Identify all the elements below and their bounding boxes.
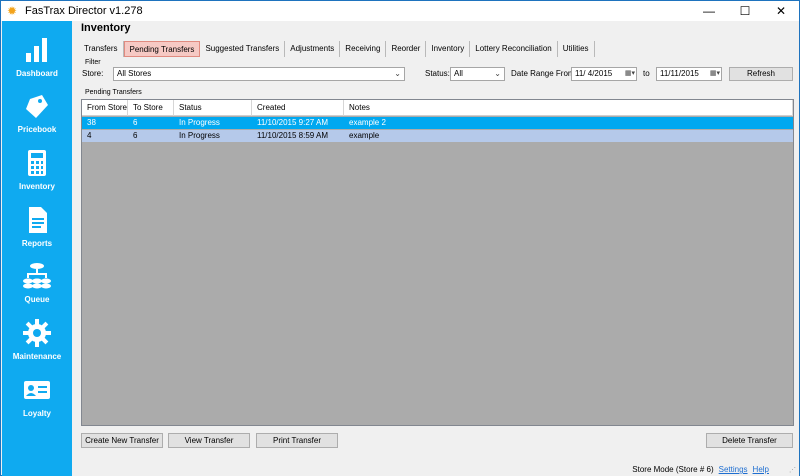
bar-chart-icon <box>26 38 47 62</box>
window-controls: — ☐ ✕ <box>691 1 799 21</box>
resize-grip-icon[interactable]: ⋰ <box>789 466 796 474</box>
calculator-icon <box>28 150 46 176</box>
store-select-value: All Stores <box>117 69 152 78</box>
sidebar-item-label: Dashboard <box>16 69 58 78</box>
sidebar-item-queue[interactable]: Queue <box>2 261 72 317</box>
column-header-created[interactable]: Created <box>252 100 344 116</box>
cell-status: In Progress <box>179 131 220 140</box>
filter-group-label: Filter <box>85 59 101 66</box>
sidebar-item-dashboard[interactable]: Dashboard <box>2 35 72 91</box>
cell-notes: example <box>349 131 380 140</box>
price-tag-icon <box>26 95 48 118</box>
tab-receiving[interactable]: Receiving <box>340 41 387 57</box>
document-icon <box>29 207 47 233</box>
delete-transfer-button[interactable]: Delete Transfer <box>706 433 793 448</box>
tab-pending-transfers[interactable]: Pending Transfers <box>123 41 201 57</box>
cell-to-store: 6 <box>133 118 138 127</box>
date-to-picker[interactable]: 11/11/2015 ▦▾ <box>656 67 722 81</box>
date-to-value: 11/11/2015 <box>660 69 699 78</box>
table-row[interactable]: 4 6 In Progress 11/10/2015 8:59 AM examp… <box>82 130 793 142</box>
cell-status: In Progress <box>179 118 220 127</box>
to-label: to <box>643 69 650 78</box>
sidebar-item-label: Loyalty <box>22 409 51 418</box>
id-card-icon <box>24 381 50 399</box>
queue-icon <box>23 263 51 289</box>
sidebar-item-inventory[interactable]: Inventory <box>2 148 72 204</box>
sidebar-item-label: Pricebook <box>17 125 57 134</box>
help-link[interactable]: Help <box>753 465 769 474</box>
chevron-down-icon: ⌄ <box>494 69 501 78</box>
sidebar-item-maintenance[interactable]: Maintenance <box>2 318 72 374</box>
app-logo-icon: ✹ <box>7 4 18 18</box>
page-title: Inventory <box>81 22 131 34</box>
cell-from-store: 4 <box>87 131 92 140</box>
status-label: Status: <box>425 69 450 78</box>
sidebar-item-label: Maintenance <box>12 352 62 361</box>
cell-created: 11/10/2015 8:59 AM <box>257 131 329 140</box>
tab-inventory[interactable]: Inventory <box>426 41 471 57</box>
store-label: Store: <box>82 69 104 78</box>
store-mode-text: Store Mode (Store # 6) <box>632 465 714 474</box>
status-bar-text: Store Mode (Store # 6) Settings Help <box>632 465 769 474</box>
maximize-button[interactable]: ☐ <box>727 1 763 21</box>
status-select[interactable]: All ⌄ <box>450 67 505 81</box>
window-title: FasTrax Director v1.278 <box>25 5 143 17</box>
sidebar: Dashboard Pricebook Inventory Reports Qu… <box>2 21 72 476</box>
tab-reorder[interactable]: Reorder <box>386 41 427 57</box>
column-header-from-store[interactable]: From Store <box>82 100 128 116</box>
pending-transfers-group-label: Pending Transfers <box>85 89 142 96</box>
sidebar-item-loyalty[interactable]: Loyalty <box>2 375 72 431</box>
view-transfer-button[interactable]: View Transfer <box>168 433 250 448</box>
title-bar: ✹ FasTrax Director v1.278 — ☐ ✕ <box>1 1 799 21</box>
table-row[interactable]: 38 6 In Progress 11/10/2015 9:27 AM exam… <box>82 117 793 129</box>
store-select[interactable]: All Stores ⌄ <box>113 67 405 81</box>
cell-to-store: 6 <box>133 131 138 140</box>
sidebar-item-label: Inventory <box>18 182 55 191</box>
tab-transfers[interactable]: Transfers <box>79 41 124 57</box>
pending-transfers-grid: From Store To Store Status Created Notes… <box>81 99 794 426</box>
tab-utilities[interactable]: Utilities <box>558 41 595 57</box>
date-from-value: 11/ 4/2015 <box>575 69 613 78</box>
tab-lottery-reconciliation[interactable]: Lottery Reconciliation <box>470 41 558 57</box>
sidebar-item-label: Reports <box>21 239 53 248</box>
chevron-down-icon: ⌄ <box>394 69 401 78</box>
cell-created: 11/10/2015 9:27 AM <box>257 118 329 127</box>
cell-notes: example 2 <box>349 118 386 127</box>
tab-suggested-transfers[interactable]: Suggested Transfers <box>200 41 286 57</box>
status-select-value: All <box>454 69 463 78</box>
date-range-label: Date Range From: <box>511 69 577 78</box>
refresh-button[interactable]: Refresh <box>729 67 793 81</box>
tab-strip: Transfers Pending Transfers Suggested Tr… <box>79 41 595 57</box>
status-bar: Store Mode (Store # 6) Settings Help ⋰ <box>72 462 799 476</box>
gear-icon <box>23 319 51 347</box>
sidebar-item-label: Queue <box>24 295 50 304</box>
close-button[interactable]: ✕ <box>763 1 799 21</box>
calendar-dropdown-icon[interactable]: ▦▾ <box>710 68 720 80</box>
settings-link[interactable]: Settings <box>719 465 748 474</box>
grid-header: From Store To Store Status Created Notes <box>82 100 793 116</box>
column-header-status[interactable]: Status <box>174 100 252 116</box>
column-header-notes[interactable]: Notes <box>344 100 793 116</box>
column-header-to-store[interactable]: To Store <box>128 100 174 116</box>
create-new-transfer-button[interactable]: Create New Transfer <box>81 433 163 448</box>
date-from-picker[interactable]: 11/ 4/2015 ▦▾ <box>571 67 637 81</box>
print-transfer-button[interactable]: Print Transfer <box>256 433 338 448</box>
sidebar-item-reports[interactable]: Reports <box>2 205 72 261</box>
cell-from-store: 38 <box>87 118 96 127</box>
tab-adjustments[interactable]: Adjustments <box>285 41 341 57</box>
sidebar-item-pricebook[interactable]: Pricebook <box>2 91 72 147</box>
calendar-dropdown-icon[interactable]: ▦▾ <box>625 68 635 80</box>
minimize-button[interactable]: — <box>691 1 727 21</box>
app-window: ✹ FasTrax Director v1.278 — ☐ ✕ Dashboar… <box>0 0 800 476</box>
